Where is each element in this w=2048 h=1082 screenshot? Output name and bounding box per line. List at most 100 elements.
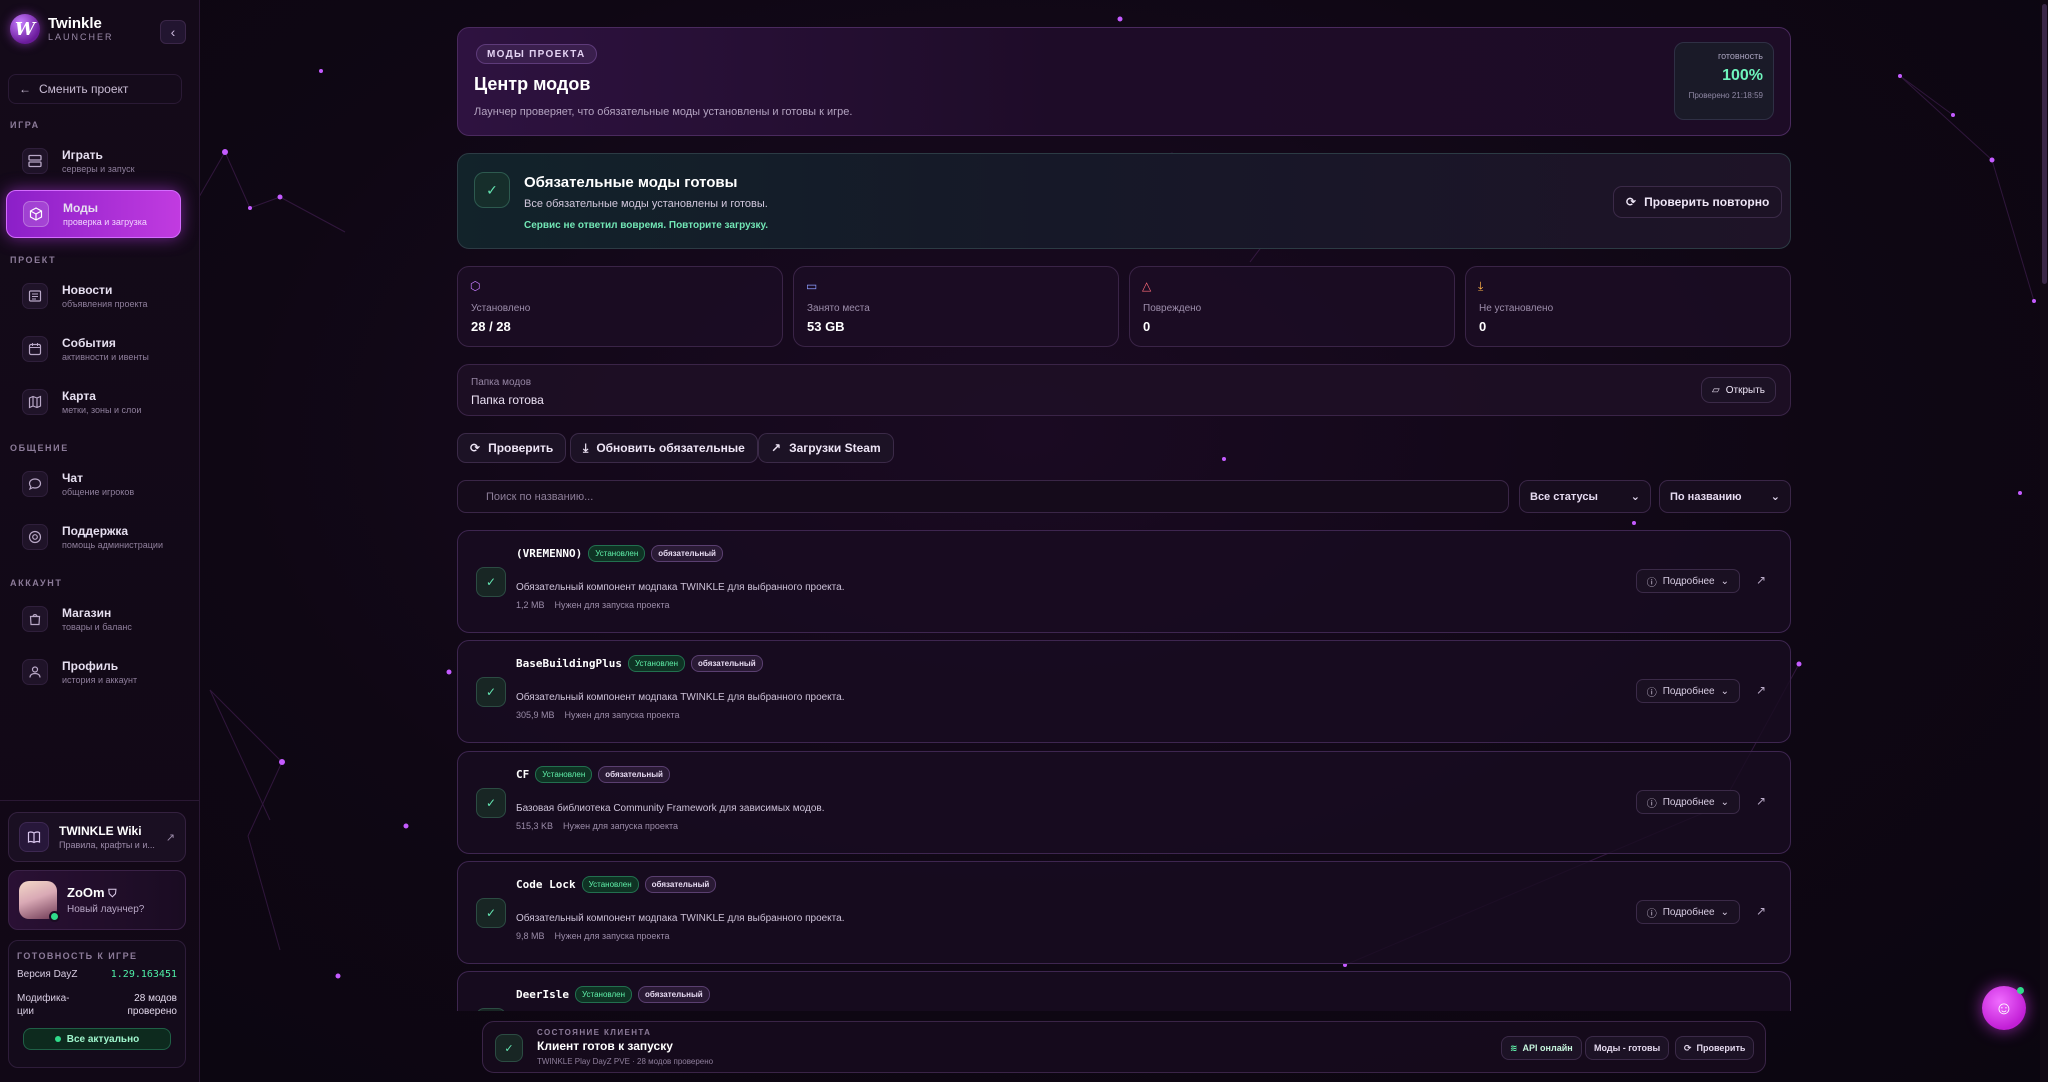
sidebar-item-shop[interactable]: Магазин товары и баланс xyxy=(6,595,181,643)
status-badge: Установлен xyxy=(627,655,686,672)
required-badge: обязательный xyxy=(638,986,710,1003)
sidebar-item-sub: объявления проекта xyxy=(62,299,148,309)
chevron-down-icon: ⌄ xyxy=(1630,491,1640,503)
mod-size: 9,8 MB xyxy=(516,931,545,941)
external-link-icon: ↗ xyxy=(165,832,175,844)
status-badge: Установлен xyxy=(535,766,593,783)
download-icon: ⤓ xyxy=(1478,279,1484,293)
section-pill: МОДЫ ПРОЕКТА xyxy=(476,44,597,64)
sidebar-item-sub: товары и баланс xyxy=(62,622,132,632)
mod-description: Обязательный компонент модпака TWINKLE д… xyxy=(516,692,845,703)
footer-check-button[interactable]: ⟳ Проверить xyxy=(1675,1036,1755,1060)
check-circle-icon: ✓ xyxy=(476,567,506,597)
sidebar-item-label: Поддержка xyxy=(62,524,129,538)
sidebar-item-profile[interactable]: Профиль история и аккаунт xyxy=(6,648,181,696)
user-card[interactable]: ZoOm ⛉ Новый лаунчер? xyxy=(8,870,186,930)
open-folder-button[interactable]: ▱ Открыть xyxy=(1701,377,1776,403)
wiki-subtitle: Правила, крафты и и... xyxy=(59,840,155,850)
update-required-label: Обновить обязательные xyxy=(596,441,745,455)
client-status-title: Клиент готов к запуску xyxy=(537,1039,673,1053)
open-folder-label: Открыть xyxy=(1725,384,1765,396)
details-button[interactable]: ⓘ Подробнее ⌄ xyxy=(1635,790,1740,814)
sidebar-item-label: Чат xyxy=(62,471,83,485)
sidebar-item-mods[interactable]: Моды проверка и загрузка xyxy=(6,190,181,238)
steam-downloads-button[interactable]: ↗ Загрузки Steam xyxy=(758,433,894,463)
wiki-link[interactable]: TWINKLE Wiki Правила, крафты и и... ↗ xyxy=(8,812,186,862)
chevron-down-icon: ⌄ xyxy=(1720,575,1729,587)
stat-not-installed: ⤓ Не установлено 0 xyxy=(1465,266,1791,347)
sort-select[interactable]: По названию ⌄ xyxy=(1659,480,1791,513)
page-title: Центр модов xyxy=(474,74,591,94)
update-required-button[interactable]: ⤓ Обновить обязательные xyxy=(570,433,758,463)
sidebar-item-events[interactable]: События активности и ивенты xyxy=(6,325,181,373)
mod-description: Обязательный компонент модпака TWINKLE д… xyxy=(516,913,845,924)
section-title-game: ИГРА xyxy=(10,120,40,130)
package-icon: ⬡ xyxy=(470,279,481,293)
mod-name: Code Lock xyxy=(516,878,576,891)
mod-card[interactable]: ✓ (VREMENNO) Установлен обязательный Обя… xyxy=(457,530,1791,633)
arrow-left-icon: ← xyxy=(19,82,31,96)
brand[interactable]: W Twinkle LAUNCHER xyxy=(10,14,114,44)
assistant-bot-button[interactable]: ☺ xyxy=(1982,986,2026,1030)
mod-size: 1,2 MB xyxy=(516,600,545,610)
info-icon: ⓘ xyxy=(1646,798,1657,810)
download-icon: ⤓ xyxy=(583,440,589,455)
readiness-widget: готовность 100% Проверено 21:18:59 xyxy=(1674,42,1774,120)
check-circle-icon: ✓ xyxy=(474,172,510,208)
external-link-icon[interactable]: ↗ xyxy=(1756,794,1766,808)
details-label: Подробнее xyxy=(1662,575,1715,587)
checked-at: Проверено 21:18:59 xyxy=(1688,91,1763,100)
steam-downloads-label: Загрузки Steam xyxy=(789,441,881,455)
warning-icon: △ xyxy=(1142,279,1152,293)
recheck-button[interactable]: ⟳ Проверить повторно xyxy=(1613,186,1783,218)
scrollbar-thumb[interactable] xyxy=(2042,4,2047,284)
sidebar-item-label: Карта xyxy=(62,389,96,403)
details-button[interactable]: ⓘ Подробнее ⌄ xyxy=(1635,679,1740,703)
status-badge: Установлен xyxy=(581,876,639,893)
user-subtitle: Новый лаунчер? xyxy=(67,904,145,915)
external-link-icon[interactable]: ↗ xyxy=(1756,683,1766,697)
check-label: Проверить xyxy=(488,441,554,455)
check-button[interactable]: ⟳ Проверить xyxy=(457,433,567,463)
search-input[interactable]: Поиск по названию... xyxy=(457,480,1509,513)
chevron-left-icon: ‹ xyxy=(170,24,176,40)
mod-card[interactable]: ✓ BaseBuildingPlus Установлен обязательн… xyxy=(457,640,1791,743)
stat-label: Занято места xyxy=(807,303,870,314)
robot-icon: ☺ xyxy=(1994,997,2014,1018)
mods-hero: МОДЫ ПРОЕКТА Центр модов Лаунчер проверя… xyxy=(457,27,1791,136)
sidebar-item-chat[interactable]: Чат общение игроков xyxy=(6,460,181,508)
mod-card[interactable]: ✓ CF Установлен обязательный Базовая биб… xyxy=(457,751,1791,854)
mod-name: (VREMENNO) xyxy=(516,547,583,560)
mod-card[interactable]: ✓ DeerIsle Установлен обязательный xyxy=(457,971,1791,1011)
status-badge: Установлен xyxy=(574,986,633,1003)
mod-card[interactable]: ✓ Code Lock Установлен обязательный Обяз… xyxy=(457,861,1791,964)
sidebar-item-play[interactable]: Играть серверы и запуск xyxy=(6,137,181,185)
details-button[interactable]: ⓘ Подробнее ⌄ xyxy=(1635,569,1740,593)
mods-status-label: Моды - готовы xyxy=(1594,1043,1661,1053)
sidebar-item-label: Моды xyxy=(63,201,99,215)
external-link-icon[interactable]: ↗ xyxy=(1756,573,1766,587)
status-badge: Установлен xyxy=(588,545,646,562)
folder-label: Папка модов xyxy=(471,377,532,388)
refresh-icon: ⟳ xyxy=(1626,195,1637,209)
hard-drive-icon: ▭ xyxy=(806,279,818,293)
sidebar-item-support[interactable]: Поддержка помощь администрации xyxy=(6,513,181,561)
stat-value: 53 GB xyxy=(807,319,845,334)
newspaper-icon xyxy=(22,283,48,309)
required-badge: обязательный xyxy=(651,545,723,562)
collapse-sidebar-button[interactable]: ‹ xyxy=(160,20,186,44)
external-link-icon: ↗ xyxy=(771,441,782,455)
sidebar-divider xyxy=(0,800,200,801)
status-filter-select[interactable]: Все статусы ⌄ xyxy=(1519,480,1651,513)
sidebar-item-label: События xyxy=(62,336,116,350)
section-title-social: ОБЩЕНИЕ xyxy=(10,443,69,453)
info-icon: ⓘ xyxy=(1646,577,1657,589)
external-link-icon[interactable]: ↗ xyxy=(1756,904,1766,918)
sidebar-item-map[interactable]: Карта метки, зоны и слои xyxy=(6,378,181,426)
switch-project-button[interactable]: ← Сменить проект xyxy=(8,74,182,104)
mod-note: Нужен для запуска проекта xyxy=(554,600,670,610)
details-button[interactable]: ⓘ Подробнее ⌄ xyxy=(1635,900,1740,924)
sidebar-item-news[interactable]: Новости объявления проекта xyxy=(6,272,181,320)
page-subtitle: Лаунчер проверяет, что обязательные моды… xyxy=(474,106,853,118)
recheck-label: Проверить повторно xyxy=(1644,195,1770,209)
